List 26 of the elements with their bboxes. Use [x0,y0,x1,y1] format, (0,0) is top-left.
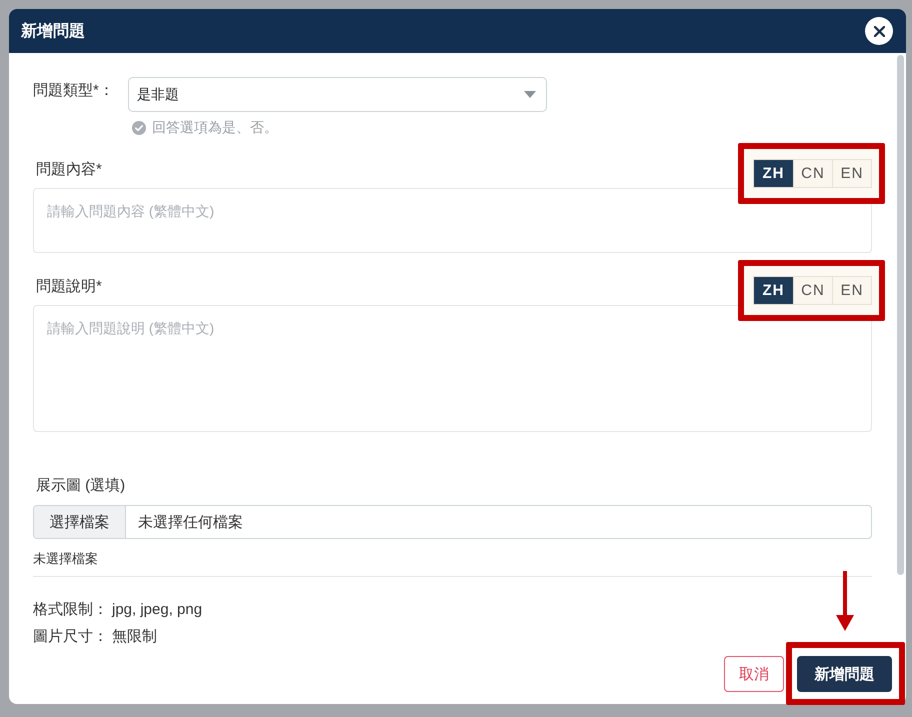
field-label: 問題說明* [36,277,102,297]
scrollbar-thumb[interactable] [897,55,904,575]
file-name-text: 未選擇任何檔案 [137,512,243,532]
check-circle-icon [132,121,146,135]
text-area[interactable]: 請輸入問題內容 (繁體中文) [33,188,872,253]
language-tab[interactable]: ZH [754,277,793,304]
cancel-button[interactable]: 取消 [724,656,784,692]
requirement-label: 格式限制： [33,600,108,620]
close-icon [874,26,884,36]
choose-file-button[interactable]: 選擇檔案 [34,506,126,538]
dialog-title: 新增問題 [21,21,85,42]
caret-icon [524,91,536,98]
submit-button[interactable]: 新增問題 [797,656,892,692]
field-label: 問題類型*： [33,81,115,101]
file-input-field[interactable]: 選擇檔案 未選擇任何檔案 [33,505,872,539]
requirement-value: jpg, jpeg, png [112,600,202,620]
field-label: 問題內容* [36,160,102,180]
requirement-value: 無限制 [112,627,157,647]
text-area[interactable]: 請輸入問題說明 (繁體中文) [33,305,872,432]
question-type-select[interactable]: 是非題 [128,77,547,112]
close-button[interactable] [865,17,893,45]
file-status-text: 未選擇檔案 [33,550,98,567]
field-label: 展示圖 (選填) [36,476,126,496]
language-tab[interactable]: ZH [754,160,793,187]
hint-text: 回答選項為是、否。 [152,119,278,137]
requirement-label: 圖片尺寸： [33,627,108,647]
